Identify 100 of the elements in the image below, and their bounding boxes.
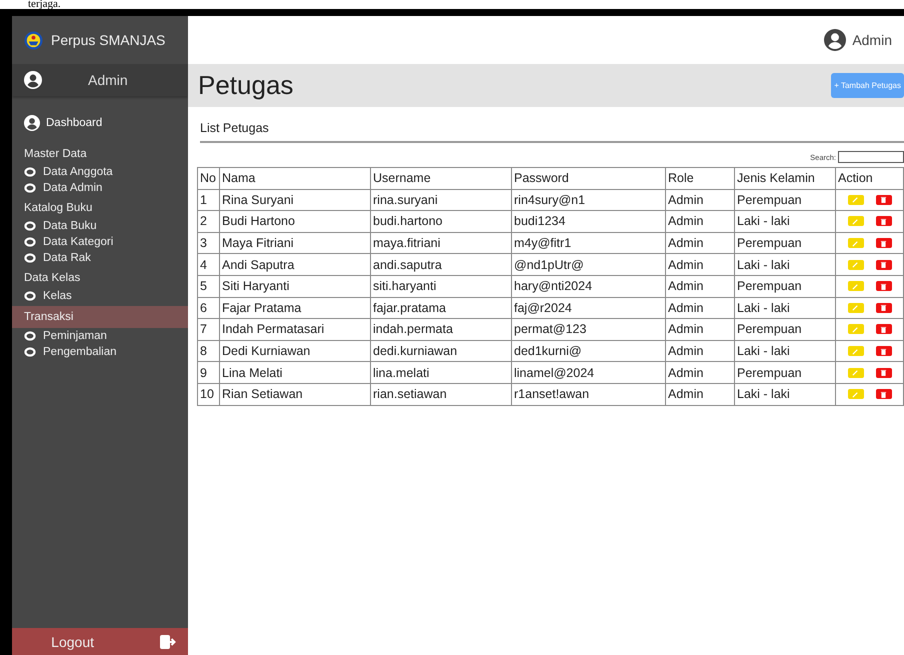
table-cell: Perempuan <box>734 318 836 340</box>
nav-item[interactable]: Data Kategori <box>12 234 188 250</box>
delete-button[interactable] <box>876 368 892 378</box>
table-cell: Laki - laki <box>734 340 836 362</box>
delete-button[interactable] <box>876 389 892 400</box>
table-cell: Lina Melati <box>220 362 370 384</box>
app-title: Perpus SMANJAS <box>51 32 166 48</box>
delete-button[interactable] <box>876 324 892 334</box>
table-cell: Laki - laki <box>734 210 836 232</box>
circle-icon <box>24 347 36 357</box>
circle-icon <box>24 253 36 263</box>
nav-item[interactable]: Data Buku <box>12 218 188 234</box>
table-cell: hary@nti2024 <box>512 275 666 298</box>
circle-icon <box>24 237 36 247</box>
table-cell: Admin <box>666 210 734 232</box>
column-header: Nama <box>220 168 370 190</box>
table-cell: Laki - laki <box>734 297 836 319</box>
table-cell: linamel@2024 <box>512 362 666 384</box>
table-cell: Perempuan <box>734 362 836 384</box>
trash-icon <box>880 326 887 333</box>
table-cell: Admin <box>666 189 734 211</box>
table-cell: 6 <box>198 297 220 319</box>
table-cell: indah.permata <box>370 318 512 340</box>
nav-item[interactable]: Data Anggota <box>12 164 188 180</box>
table-cell: rin4sury@n1 <box>512 189 666 211</box>
table-cell: Admin <box>666 297 734 319</box>
trash-icon <box>880 240 887 247</box>
table-cell: faj@r2024 <box>512 297 666 319</box>
column-header: Username <box>370 168 512 190</box>
trash-icon <box>880 348 887 355</box>
trash-icon <box>880 218 887 225</box>
search-field[interactable] <box>838 151 904 163</box>
nav-section[interactable]: Katalog Buku <box>12 198 188 218</box>
table-cell: Admin <box>666 383 734 406</box>
delete-button[interactable] <box>876 260 892 270</box>
table-cell: r1anset!awan <box>512 383 666 406</box>
table-cell: Admin <box>666 340 734 362</box>
table-cell: Andi Saputra <box>220 254 370 276</box>
nav-item[interactable]: Kelas <box>12 288 188 304</box>
table-cell: Indah Permatasari <box>220 318 370 340</box>
pencil-icon <box>852 348 859 355</box>
school-logo-icon <box>24 30 43 50</box>
column-header: Action <box>836 168 904 190</box>
delete-button[interactable] <box>876 194 892 205</box>
nav-item[interactable]: Peminjaman <box>12 328 188 344</box>
table-cell: permat@123 <box>512 318 666 340</box>
delete-button[interactable] <box>876 238 892 248</box>
table-cell: budi1234 <box>512 210 666 232</box>
table-cell: Perempuan <box>734 189 836 211</box>
trash-icon <box>880 369 887 376</box>
logout-button[interactable]: Logout <box>12 628 188 655</box>
nav-section[interactable]: Data Kelas <box>12 268 188 288</box>
user-icon <box>24 71 42 89</box>
table-cell: 2 <box>198 210 220 232</box>
circle-icon <box>24 331 36 341</box>
table-cell: Laki - laki <box>734 254 836 276</box>
pencil-icon <box>852 196 859 204</box>
nav-link[interactable]: Dashboard <box>12 112 188 134</box>
table-cell: Admin <box>666 232 734 254</box>
table-cell: Siti Haryanti <box>220 275 370 298</box>
column-header: Role <box>666 168 734 190</box>
table-cell: Perempuan <box>734 275 836 298</box>
table-cell: Maya Fitriani <box>220 232 370 254</box>
nav-section[interactable]: Master Data <box>12 144 188 164</box>
table-cell: maya.fitriani <box>370 232 512 254</box>
table-cell: fajar.pratama <box>370 297 512 319</box>
delete-button[interactable] <box>876 346 892 356</box>
page-title: Petugas <box>198 70 294 101</box>
delete-button[interactable] <box>876 281 892 292</box>
table-cell: 8 <box>198 340 220 362</box>
table-cell: ded1kurni@ <box>512 340 666 362</box>
delete-button[interactable] <box>876 302 892 313</box>
table-cell: 3 <box>198 232 220 254</box>
nav-item[interactable]: Data Rak <box>12 250 188 266</box>
table-cell: budi.hartono <box>370 210 512 232</box>
pencil-icon <box>852 282 859 290</box>
user-name: Admin <box>852 32 892 48</box>
table-cell: Rian Setiawan <box>220 383 370 406</box>
table-cell: dedi.kurniawan <box>370 340 512 362</box>
user-icon <box>824 29 846 51</box>
pencil-icon <box>852 369 859 376</box>
pencil-icon <box>852 326 859 333</box>
table-cell: 5 <box>198 275 220 298</box>
table-cell: 1 <box>198 189 220 211</box>
logout-icon <box>160 634 176 648</box>
delete-button[interactable] <box>876 216 892 226</box>
trash-icon <box>880 261 887 268</box>
table-cell: andi.saputra <box>370 254 512 276</box>
pencil-icon <box>852 304 859 312</box>
nav-item[interactable]: Pengembalian <box>12 344 188 360</box>
nav-item[interactable]: Data Admin <box>12 180 188 196</box>
table-cell: 7 <box>198 318 220 340</box>
column-header: No <box>198 168 220 190</box>
table-cell: Rina Suryani <box>220 189 370 211</box>
table-cell: 9 <box>198 362 220 384</box>
circle-icon <box>24 183 36 193</box>
column-header: Password <box>512 168 666 190</box>
trash-icon <box>880 304 887 312</box>
circle-icon <box>24 221 36 231</box>
nav-section[interactable]: Transaksi <box>12 306 188 328</box>
